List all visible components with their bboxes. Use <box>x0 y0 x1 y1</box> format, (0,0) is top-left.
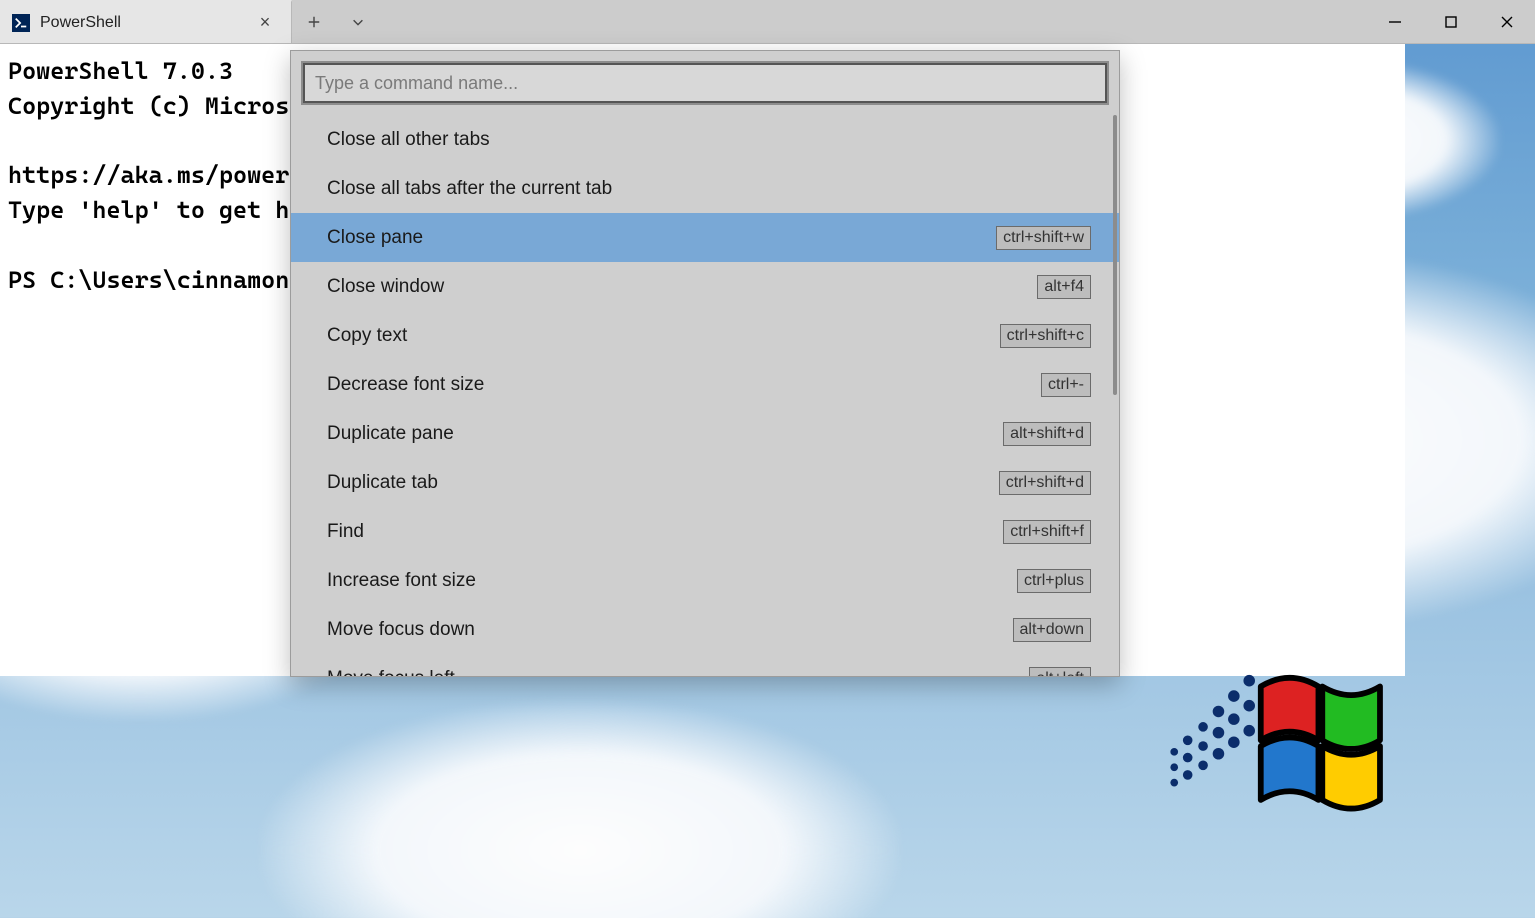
palette-item-label: Move focus down <box>327 619 475 641</box>
palette-item-label: Decrease font size <box>327 374 484 396</box>
palette-item-label: Increase font size <box>327 570 476 592</box>
minimize-button[interactable] <box>1367 0 1423 43</box>
palette-item[interactable]: Find ctrl+shift+f <box>291 507 1119 556</box>
palette-item-label: Duplicate pane <box>327 423 454 445</box>
palette-item[interactable]: Decrease font size ctrl+- <box>291 360 1119 409</box>
command-palette: Close all other tabs Close all tabs after… <box>290 50 1120 677</box>
palette-item-shortcut: ctrl+shift+d <box>999 471 1091 495</box>
command-palette-list: Close all other tabs Close all tabs after… <box>291 111 1119 676</box>
palette-item-shortcut: ctrl+shift+c <box>1000 324 1091 348</box>
scrollbar-thumb[interactable] <box>1113 115 1117 395</box>
palette-item-label: Find <box>327 521 364 543</box>
palette-item-shortcut: ctrl+plus <box>1017 569 1091 593</box>
palette-item-shortcut: ctrl+shift+w <box>996 226 1091 250</box>
palette-item[interactable]: Move focus down alt+down <box>291 605 1119 654</box>
palette-item-label: Close pane <box>327 227 423 249</box>
palette-item[interactable]: Close window alt+f4 <box>291 262 1119 311</box>
palette-item-label: Duplicate tab <box>327 472 438 494</box>
command-palette-search-input[interactable] <box>303 63 1107 103</box>
palette-item-shortcut: ctrl+shift+f <box>1003 520 1091 544</box>
tab-title: PowerShell <box>40 14 243 32</box>
cloud-decoration <box>260 700 900 918</box>
palette-item[interactable]: Close pane ctrl+shift+w <box>291 213 1119 262</box>
windows-logo <box>1155 648 1405 848</box>
palette-item-label: Close window <box>327 276 444 298</box>
palette-item-shortcut: alt+shift+d <box>1003 422 1091 446</box>
tab-dropdown-button[interactable] <box>336 0 380 43</box>
palette-item-label: Copy text <box>327 325 407 347</box>
palette-item[interactable]: Increase font size ctrl+plus <box>291 556 1119 605</box>
palette-item[interactable]: Copy text ctrl+shift+c <box>291 311 1119 360</box>
palette-item-label: Close all other tabs <box>327 129 490 151</box>
close-tab-icon[interactable]: × <box>253 12 277 33</box>
palette-item-shortcut: alt+f4 <box>1037 275 1091 299</box>
palette-item[interactable]: Duplicate tab ctrl+shift+d <box>291 458 1119 507</box>
palette-item[interactable]: Close all other tabs <box>291 115 1119 164</box>
palette-item-label: Move focus left <box>327 668 455 677</box>
tab-powershell[interactable]: PowerShell × <box>0 0 292 43</box>
palette-item-shortcut: ctrl+- <box>1041 373 1091 397</box>
palette-item-shortcut: alt+left <box>1029 667 1091 677</box>
powershell-icon <box>12 14 30 32</box>
new-tab-button[interactable] <box>292 0 336 43</box>
close-window-button[interactable] <box>1479 0 1535 43</box>
palette-item[interactable]: Duplicate pane alt+shift+d <box>291 409 1119 458</box>
title-bar: PowerShell × <box>0 0 1535 44</box>
palette-item[interactable]: Move focus left alt+left <box>291 654 1119 676</box>
window-controls <box>1367 0 1535 43</box>
palette-item-shortcut: alt+down <box>1013 618 1092 642</box>
maximize-button[interactable] <box>1423 0 1479 43</box>
palette-item[interactable]: Close all tabs after the current tab <box>291 164 1119 213</box>
palette-item-label: Close all tabs after the current tab <box>327 178 612 200</box>
